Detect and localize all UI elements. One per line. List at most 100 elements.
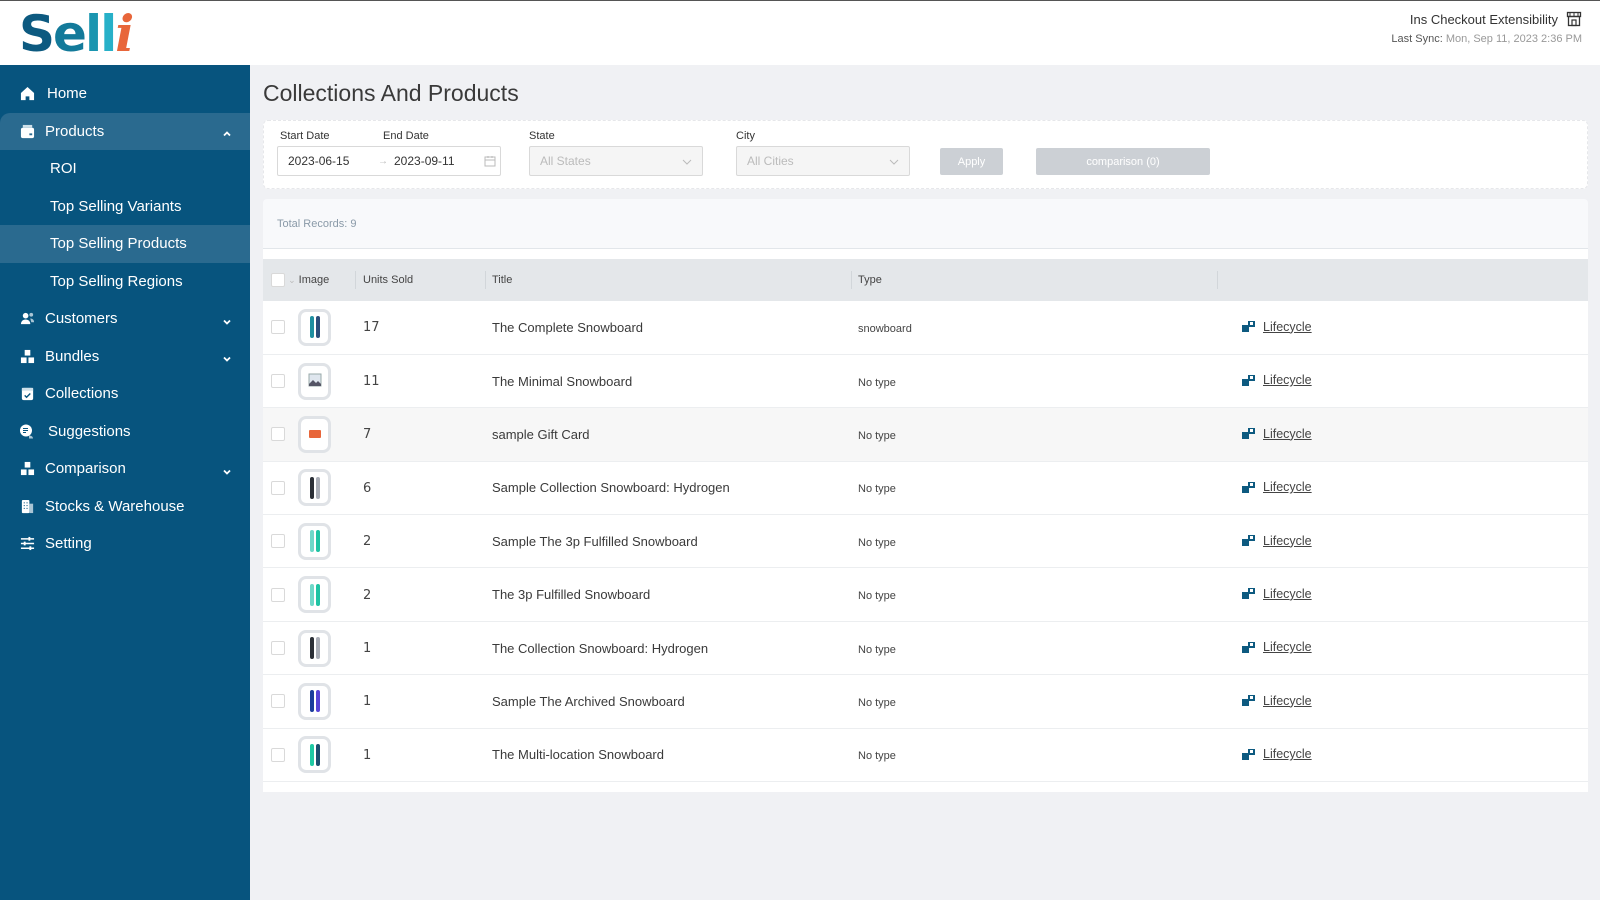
boxes-icon (19, 461, 35, 477)
sidebar-item-top-selling-regions[interactable]: Top Selling Regions (0, 263, 250, 301)
calendar-icon[interactable] (484, 155, 496, 167)
product-title: The Complete Snowboard (492, 319, 644, 335)
units-sold: 17 (363, 320, 380, 336)
product-type: No type (858, 696, 896, 709)
selli-logo[interactable]: Selli (19, 9, 134, 60)
lifecycle-link[interactable]: Lifecycle (1242, 320, 1312, 334)
end-date-input[interactable]: 2023-09-11 (394, 154, 476, 168)
sidebar-item-stocks-warehouse[interactable]: Stocks & Warehouse (0, 488, 250, 526)
product-type: No type (858, 376, 896, 389)
product-thumbnail[interactable] (298, 469, 331, 507)
chevron-up-icon[interactable] (222, 126, 232, 137)
sidebar-item-products[interactable]: Products (0, 112, 250, 150)
product-thumbnail[interactable] (298, 308, 331, 346)
product-thumbnail[interactable] (298, 736, 331, 774)
sidebar-item-bundles[interactable]: Bundles (0, 338, 250, 376)
product-type: No type (858, 429, 896, 442)
table-row[interactable]: 17 The Complete Snowboard snowboard Life… (263, 301, 1588, 355)
snowboard-image (315, 583, 320, 606)
main-content: Collections And Products Start Date End … (263, 65, 1588, 793)
product-title: Sample The 3p Fulfilled Snowboard (492, 533, 698, 549)
select-all-checkbox[interactable] (271, 273, 285, 287)
chevron-down-icon[interactable] (222, 464, 232, 475)
users-icon (19, 311, 35, 327)
storefront-icon[interactable] (1566, 11, 1582, 27)
product-title: The Minimal Snowboard (492, 373, 633, 389)
lifecycle-link[interactable]: Lifecycle (1242, 480, 1312, 494)
column-image[interactable]: ⌄ Image (263, 259, 355, 301)
column-title[interactable]: Title (485, 259, 851, 301)
lifecycle-link[interactable]: Lifecycle (1242, 587, 1312, 601)
sidebar-item-roi[interactable]: ROI (0, 150, 250, 188)
table-row[interactable]: 2 The 3p Fulfilled Snowboard No type Lif… (263, 568, 1588, 622)
gift-card-image (308, 430, 321, 439)
row-checkbox[interactable] (271, 320, 285, 335)
apply-button[interactable]: Apply (940, 148, 1003, 175)
city-select[interactable]: All Cities (736, 146, 910, 176)
row-checkbox[interactable] (271, 747, 285, 762)
state-select[interactable]: All States (529, 146, 703, 176)
units-sold: 1 (363, 641, 372, 657)
sidebar-item-customers[interactable]: Customers (0, 300, 250, 338)
snowboard-image (315, 743, 320, 766)
comparison-button[interactable]: comparison (0) (1036, 148, 1210, 175)
chevron-down-icon[interactable]: ⌄ (288, 275, 296, 285)
table-row[interactable]: 6 Sample Collection Snowboard: Hydrogen … (263, 461, 1588, 515)
sidebar-item-collections[interactable]: Collections (0, 375, 250, 413)
lifecycle-link[interactable]: Lifecycle (1242, 534, 1312, 548)
column-units-sold[interactable]: Units Sold (355, 259, 485, 301)
product-title: The 3p Fulfilled Snowboard (492, 587, 651, 603)
last-sync: Last Sync: Mon, Sep 11, 2023 2:36 PM (1391, 33, 1582, 45)
lifecycle-link[interactable]: Lifecycle (1242, 427, 1312, 441)
row-checkbox[interactable] (271, 480, 285, 495)
sidebar-item-top-selling-variants[interactable]: Top Selling Variants (0, 188, 250, 226)
product-type: No type (858, 590, 896, 603)
snowboard-image (309, 743, 314, 766)
table-row[interactable]: 7 sample Gift Card No type Lifecycle (263, 407, 1588, 462)
calendar-check-icon (19, 386, 35, 402)
lifecycle-link[interactable]: Lifecycle (1242, 640, 1312, 654)
lifecycle-icon (1242, 321, 1255, 333)
sidebar-item-comparison[interactable]: Comparison (0, 450, 250, 488)
sidebar-item-setting[interactable]: Setting (0, 525, 250, 563)
chevron-down-icon[interactable] (222, 351, 232, 363)
table-row[interactable]: 11 The Minimal Snowboard No type Lifecyc… (263, 354, 1588, 408)
row-checkbox[interactable] (271, 694, 285, 709)
product-type: No type (858, 536, 896, 549)
product-thumbnail[interactable] (298, 362, 331, 400)
product-thumbnail[interactable] (298, 522, 331, 560)
lifecycle-icon (1242, 748, 1255, 760)
table-header-row: ⌄ Image Units Sold Title Type (263, 259, 1588, 301)
lifecycle-link[interactable]: Lifecycle (1242, 373, 1312, 387)
product-thumbnail[interactable] (298, 415, 331, 453)
lifecycle-link[interactable]: Lifecycle (1242, 747, 1312, 761)
product-type: snowboard (858, 322, 912, 335)
units-sold: 1 (363, 747, 372, 763)
row-checkbox[interactable] (271, 534, 285, 549)
chevron-down-icon (682, 156, 692, 166)
start-date-input[interactable]: 2023-06-15 (288, 154, 378, 168)
date-range-picker[interactable]: 2023-06-15 → 2023-09-11 (277, 146, 501, 176)
sidebar-item-suggestions[interactable]: Suggestions (0, 413, 250, 451)
city-label: City (736, 130, 755, 142)
lifecycle-link[interactable]: Lifecycle (1242, 694, 1312, 708)
table-row[interactable]: 1 Sample The Archived Snowboard No type … (263, 675, 1588, 729)
product-thumbnail[interactable] (298, 576, 331, 614)
chevron-down-icon[interactable] (222, 314, 232, 325)
sidebar-item-top-selling-products[interactable]: Top Selling Products (0, 225, 250, 263)
products-table: ⌄ Image Units Sold Title Type 17 The Com… (263, 259, 1588, 783)
row-checkbox[interactable] (271, 641, 285, 656)
table-row[interactable]: 1 The Multi-location Snowboard No type L… (263, 728, 1588, 782)
product-thumbnail[interactable] (298, 629, 331, 667)
building-icon (19, 498, 35, 514)
top-header: Selli Ins Checkout Extensibility Last Sy… (0, 0, 1600, 65)
row-checkbox[interactable] (271, 374, 285, 389)
row-checkbox[interactable] (271, 587, 285, 602)
column-type[interactable]: Type (851, 259, 1217, 301)
sidebar-item-home[interactable]: Home (0, 75, 250, 113)
table-row[interactable]: 2 Sample The 3p Fulfilled Snowboard No t… (263, 515, 1588, 568)
product-title: The Collection Snowboard: Hydrogen (492, 640, 709, 656)
table-row[interactable]: 1 The Collection Snowboard: Hydrogen No … (263, 621, 1588, 675)
product-thumbnail[interactable] (298, 682, 331, 720)
row-checkbox[interactable] (271, 427, 285, 442)
